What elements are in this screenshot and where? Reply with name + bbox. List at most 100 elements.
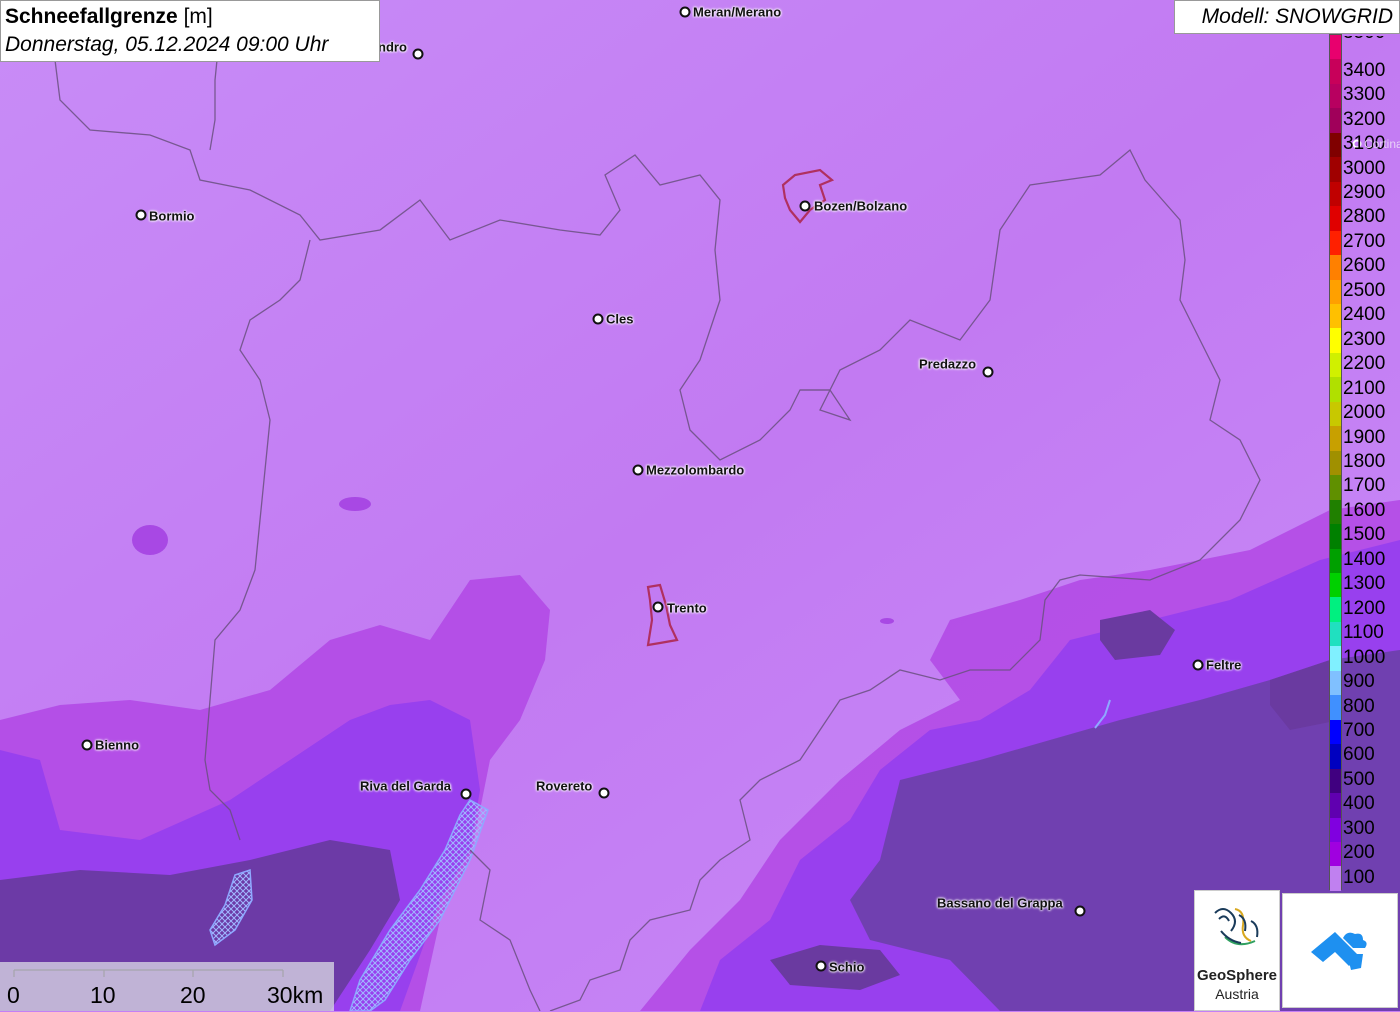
geosphere-country: Austria	[1215, 986, 1259, 1002]
legend-swatch	[1330, 132, 1341, 158]
legend-label: 2700	[1343, 230, 1386, 252]
legend-label: 1400	[1343, 548, 1386, 570]
city-dot-meran[interactable]	[679, 6, 691, 18]
legend-label: 200	[1343, 842, 1375, 864]
snowline-patch	[880, 618, 894, 624]
legend-label: 600	[1343, 744, 1375, 766]
map-title-box: Schneefallgrenze [m] Donnerstag, 05.12.2…	[0, 0, 380, 62]
city-label-cortina: Cortina	[1364, 137, 1400, 151]
map-title: Schneefallgrenze [m]	[5, 3, 375, 31]
legend-label: 1800	[1343, 451, 1386, 472]
legend-label: 1000	[1343, 646, 1386, 668]
city-label-bassano: Bassano del Grappa	[937, 895, 1063, 911]
legend-label: 3400	[1343, 59, 1386, 81]
legend-label: 3000	[1343, 157, 1386, 179]
legend-swatch	[1330, 866, 1341, 891]
legend-label: 2900	[1343, 181, 1386, 203]
legend-label: 800	[1343, 695, 1375, 717]
city-dot-bolzano[interactable]	[799, 200, 811, 212]
city-dot-mezzolombardo[interactable]	[632, 464, 644, 476]
legend-label: 2200	[1343, 353, 1386, 375]
city-label-bienno: Bienno	[95, 737, 140, 753]
city-dot-sondrio[interactable]	[412, 48, 424, 60]
legend-swatch	[1330, 230, 1341, 256]
legend-label: 2500	[1343, 279, 1386, 301]
city-dot-bassano[interactable]	[1074, 905, 1086, 917]
legend-label: 300	[1343, 817, 1375, 839]
legend-swatch	[1330, 817, 1341, 842]
legend-label: 1900	[1343, 426, 1386, 448]
snowline-patch	[339, 497, 371, 511]
snowfall-map[interactable]	[0, 0, 1400, 1011]
city-dot-trento[interactable]	[652, 601, 664, 613]
legend-swatch	[1330, 426, 1341, 451]
city-dot-bormio[interactable]	[135, 209, 147, 221]
legend-swatch	[1330, 279, 1341, 304]
legend-swatch	[1330, 328, 1341, 353]
legend-label: 400	[1343, 793, 1375, 815]
legend-swatch	[1330, 206, 1341, 231]
legend-swatch	[1330, 572, 1341, 598]
city-dot-schio[interactable]	[815, 960, 827, 972]
legend-swatch	[1330, 181, 1341, 207]
city-dot-predazzo[interactable]	[982, 366, 994, 378]
legend-label: 3300	[1343, 84, 1386, 106]
legend-label: 500	[1343, 768, 1375, 790]
legend-label: 1700	[1343, 475, 1386, 497]
legend-swatch	[1330, 377, 1341, 402]
legend-swatch	[1330, 670, 1341, 696]
legend-swatch	[1330, 255, 1341, 280]
legend-swatch	[1330, 475, 1341, 500]
legend-swatch	[1330, 450, 1341, 476]
snowgrid-logo[interactable]	[1282, 893, 1398, 1008]
map-title-unit: [m]	[183, 5, 213, 28]
legend-label: 700	[1343, 720, 1375, 742]
city-label-schio: Schio	[829, 959, 865, 975]
city-dot-cles[interactable]	[592, 313, 604, 325]
legend-swatch	[1330, 841, 1341, 867]
city-label-predazzo: Predazzo	[919, 356, 977, 372]
city-label-meran: Meran/Merano	[693, 4, 782, 20]
legend-label: 100	[1343, 866, 1375, 888]
legend-label: 3200	[1343, 108, 1386, 130]
city-dot-rovereto[interactable]	[598, 787, 610, 799]
geosphere-logo[interactable]: GeoSphere Austria	[1194, 890, 1280, 1011]
legend-swatch	[1330, 59, 1341, 84]
city-dot-bienno[interactable]	[81, 739, 93, 751]
color-legend: 3500 3400 3300 3200 3100 3000 2900 2800 2700 2600…	[1329, 34, 1400, 891]
city-label-bolzano: Bozen/Bolzano	[814, 198, 908, 214]
model-label: Modell: SNOWGRID	[1174, 0, 1400, 34]
legend-swatch	[1330, 646, 1341, 671]
legend-swatch	[1330, 401, 1341, 427]
legend-swatch	[1330, 524, 1341, 549]
mountain-snow-icon	[1311, 932, 1367, 970]
city-dot-riva[interactable]	[460, 788, 472, 800]
legend-swatch	[1330, 157, 1341, 182]
map-datetime: Donnerstag, 05.12.2024 09:00 Uhr	[5, 33, 329, 56]
legend-label: 2100	[1343, 377, 1386, 399]
legend-label: 900	[1343, 671, 1375, 693]
map-title-bold: Schneefallgrenze	[5, 5, 178, 28]
legend-swatch	[1330, 621, 1341, 647]
legend-color-bar	[1329, 34, 1342, 891]
legend-swatch	[1330, 83, 1341, 109]
legend-label: 1500	[1343, 524, 1386, 546]
legend-label: 2300	[1343, 328, 1386, 350]
legend-label: 1300	[1343, 573, 1386, 595]
legend-swatch	[1330, 303, 1341, 329]
city-dot-feltre[interactable]	[1192, 659, 1204, 671]
legend-label: 2400	[1343, 304, 1386, 326]
legend-swatch	[1330, 719, 1341, 745]
city-label-mezzolombardo: Mezzolombardo	[646, 462, 745, 478]
legend-label: 1200	[1343, 597, 1386, 619]
geosphere-name: GeoSphere	[1196, 967, 1278, 984]
legend-swatch	[1330, 793, 1341, 818]
city-label-cles: Cles	[606, 311, 634, 327]
city-label-bormio: Bormio	[149, 208, 195, 224]
legend-swatch	[1330, 35, 1341, 60]
legend-label: 2800	[1343, 206, 1386, 228]
legend-swatch	[1330, 768, 1341, 794]
legend-label: 2600	[1343, 255, 1386, 277]
city-label-feltre: Feltre	[1206, 657, 1242, 673]
legend-label: 1600	[1343, 499, 1386, 521]
